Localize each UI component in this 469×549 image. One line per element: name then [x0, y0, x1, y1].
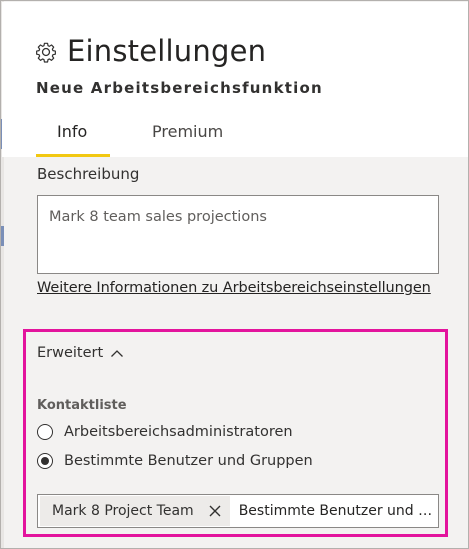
- radio-button-selected[interactable]: [37, 453, 53, 469]
- close-icon[interactable]: [208, 504, 222, 518]
- people-picker-input[interactable]: Mark 8 Project Team Bestimmte Benutzer u…: [37, 494, 439, 528]
- settings-pane: Einstellungen Neue Arbeitsbereichsfunkti…: [0, 0, 469, 549]
- selected-group-chip: Mark 8 Project Team: [40, 496, 230, 526]
- radio-label: Arbeitsbereichsadministratoren: [64, 424, 293, 440]
- picker-text: Bestimmte Benutzer und Gr...: [238, 503, 438, 519]
- description-text: Mark 8 team sales projections: [49, 209, 267, 225]
- radio-option-admins[interactable]: Arbeitsbereichsadministratoren: [37, 424, 293, 440]
- radio-option-specific-users[interactable]: Bestimmte Benutzer und Gruppen: [37, 453, 313, 469]
- tab-premium[interactable]: Premium: [152, 122, 223, 141]
- workspace-settings-info-link[interactable]: Weitere Informationen zu Arbeitsbereichs…: [37, 280, 431, 296]
- gear-icon: [36, 42, 56, 63]
- background-accent: [1, 226, 4, 246]
- description-label: Beschreibung: [37, 165, 140, 183]
- pane-title-row: Einstellungen: [35, 29, 266, 73]
- radio-button[interactable]: [37, 424, 53, 440]
- workspace-name: Neue Arbeitsbereichsfunktion: [36, 79, 323, 97]
- chip-label: Mark 8 Project Team: [52, 503, 194, 519]
- contact-list-label: Kontaktliste: [37, 398, 127, 413]
- advanced-toggle[interactable]: Erweitert: [37, 345, 124, 361]
- radio-label: Bestimmte Benutzer und Gruppen: [64, 453, 313, 469]
- tab-info[interactable]: Info: [57, 122, 87, 141]
- advanced-label: Erweitert: [37, 345, 104, 361]
- description-textarea[interactable]: Mark 8 team sales projections: [37, 195, 439, 274]
- page-title: Einstellungen: [67, 34, 267, 68]
- active-tab-indicator: [36, 154, 110, 157]
- chevron-up-icon: [111, 350, 124, 357]
